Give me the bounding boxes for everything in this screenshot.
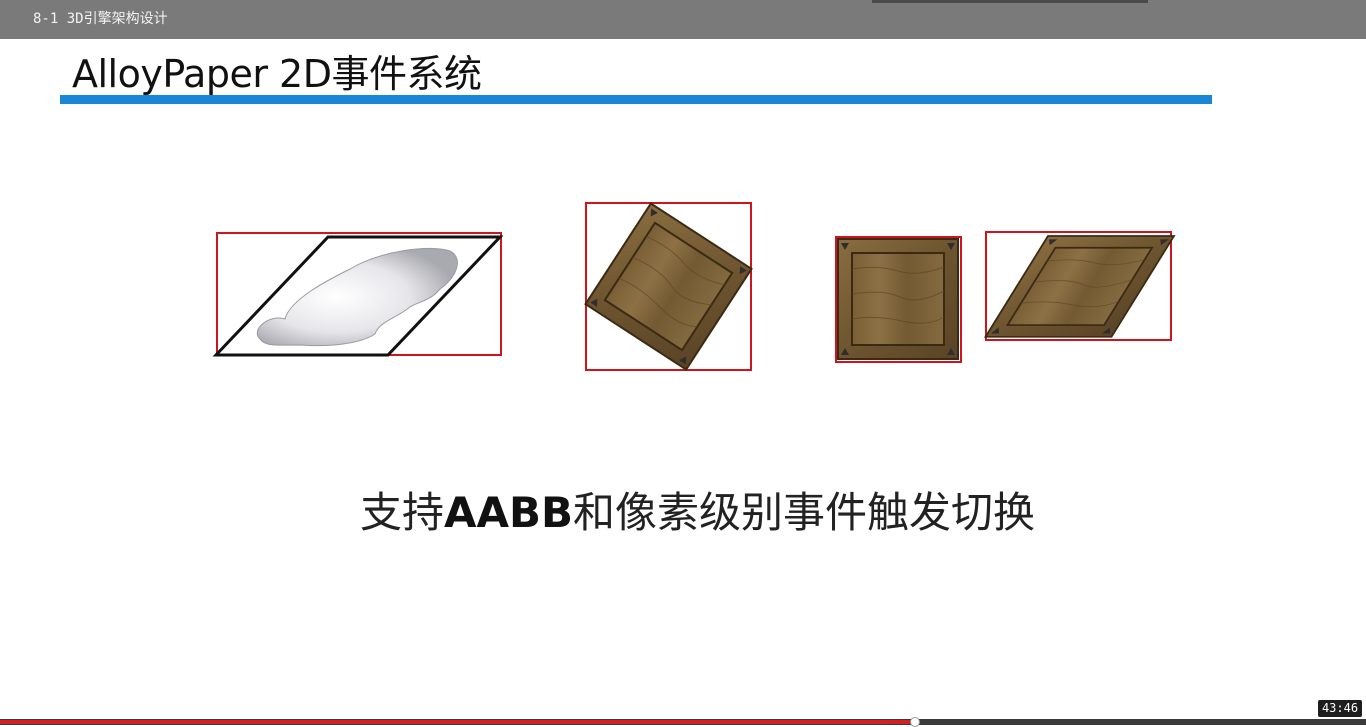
timestamp-badge: 43:46 xyxy=(1318,700,1362,717)
slide: AlloyPaper 2D事件系统 支持AABB和像素级别事件触发切换 xyxy=(0,39,1366,719)
video-title-bar: 8-1 3D引擎架构设计 xyxy=(0,0,1366,39)
top-edge-shadow xyxy=(872,0,1148,3)
wooden-crate-icon xyxy=(984,234,1176,338)
wooden-crate-icon xyxy=(584,202,753,371)
skewed-cloud-sprite xyxy=(212,232,504,357)
skewed-crate-sprite xyxy=(984,231,1176,341)
rotated-crate-sprite xyxy=(584,202,753,371)
video-title: 8-1 3D引擎架构设计 xyxy=(33,11,168,27)
figures-canvas xyxy=(212,202,1176,371)
caption-prefix: 支持 xyxy=(359,488,444,537)
progress-bar[interactable] xyxy=(0,717,1366,727)
progress-handle[interactable] xyxy=(910,717,920,727)
caption-strong: AABB xyxy=(443,488,574,537)
slide-caption: 支持AABB和像素级别事件触发切换 xyxy=(0,479,1366,540)
caption-suffix: 和像素级别事件触发切换 xyxy=(573,488,1036,537)
progress-played xyxy=(0,720,915,724)
crate-sprite xyxy=(835,236,962,363)
wooden-crate-icon xyxy=(837,238,959,360)
